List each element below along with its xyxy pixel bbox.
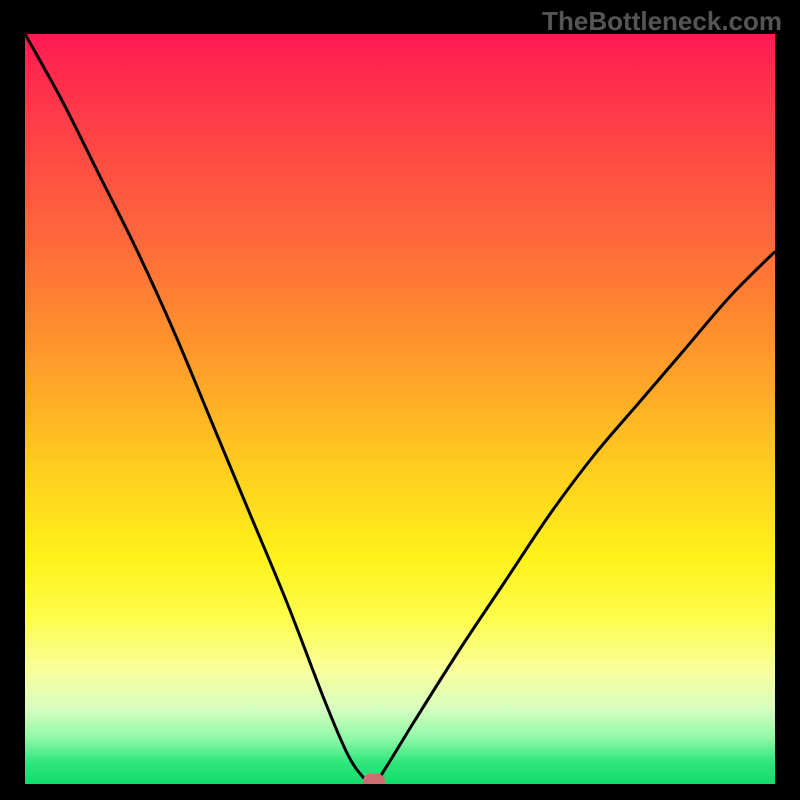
plot-area xyxy=(25,34,775,784)
bottleneck-curve xyxy=(25,34,775,784)
curve-path xyxy=(25,34,775,784)
chart-frame: TheBottleneck.com xyxy=(0,0,800,800)
optimal-point-marker xyxy=(363,774,385,784)
watermark-text: TheBottleneck.com xyxy=(542,6,782,37)
